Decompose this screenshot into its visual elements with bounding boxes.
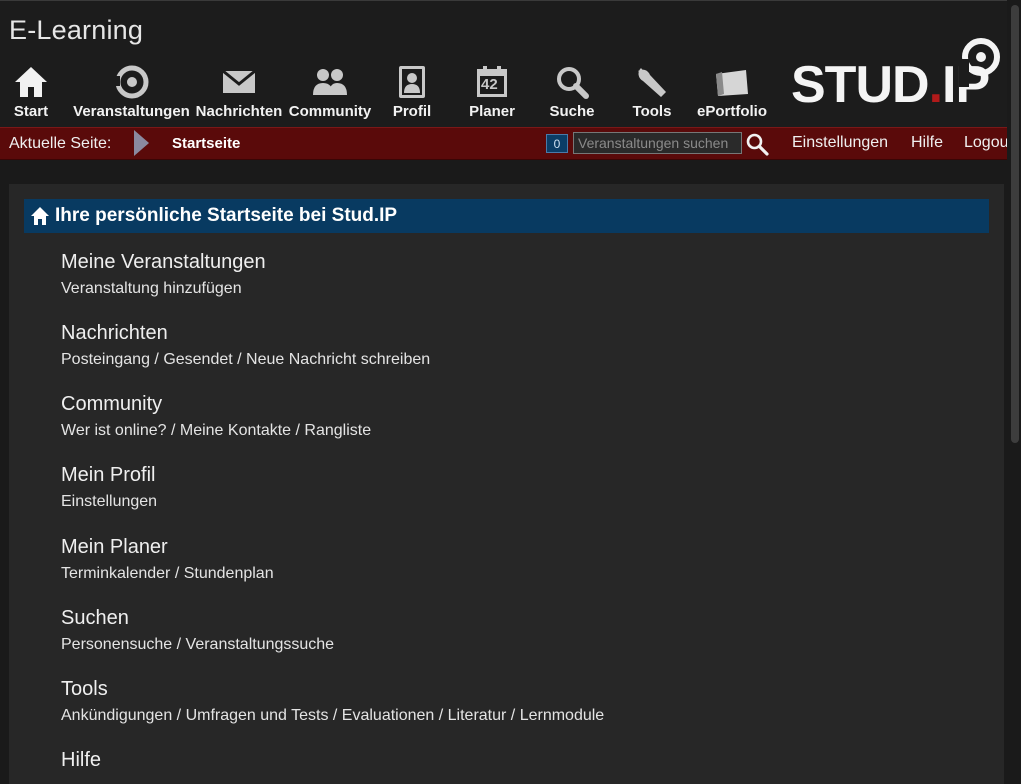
section-title[interactable]: Mein Profil (61, 464, 157, 487)
link-separator: / (172, 636, 186, 653)
link-separator: / (166, 422, 180, 439)
home-icon (30, 206, 50, 231)
section-1: Nachrichten Posteingang / Gesendet / Neue… (61, 322, 430, 369)
course-search-input[interactable] (573, 132, 742, 154)
section-links: Ankündigungen / Umfragen und Tests / Eva… (61, 707, 604, 725)
link-separator: / (232, 351, 247, 368)
section-title[interactable]: Nachrichten (61, 322, 430, 345)
section-link[interactable]: Wer ist online? (61, 422, 167, 439)
section-links: Einstellungen (61, 493, 157, 511)
link-separator: / (170, 565, 184, 582)
breadcrumb-label: Aktuelle Seite: (9, 135, 112, 152)
link-separator: / (506, 707, 520, 724)
section-4: Mein Planer Terminkalender / Stundenplan (61, 536, 274, 583)
nav-planer[interactable]: 42 Planer (466, 63, 518, 123)
breadcrumb-current-page[interactable]: Startseite (172, 135, 240, 152)
nav-start[interactable]: Start (9, 63, 53, 123)
section-7: Hilfe (61, 749, 101, 772)
link-separator: / (291, 422, 305, 439)
nav-tools[interactable]: Tools (630, 63, 674, 123)
section-link[interactable]: Umfragen und Tests (186, 707, 329, 724)
section-6: Tools Ankündigungen / Umfragen und Tests … (61, 678, 604, 725)
section-link[interactable]: Lernmodule (520, 707, 605, 724)
profile-icon (392, 63, 432, 101)
wrench-icon (632, 63, 672, 101)
page-title: Ihre persönliche Startseite bei Stud.IP (55, 205, 398, 226)
nav-suche[interactable]: Suche (548, 63, 596, 123)
breadcrumb-arrow-icon (134, 130, 149, 156)
link-separator: / (434, 707, 448, 724)
section-title[interactable]: Tools (61, 678, 604, 701)
section-link[interactable]: Evaluationen (342, 707, 435, 724)
settings-link[interactable]: Einstellungen (792, 134, 888, 152)
section-3: Mein Profil Einstellungen (61, 464, 157, 511)
nav-nachrichten[interactable]: Nachrichten (195, 63, 283, 123)
section-title[interactable]: Community (61, 393, 371, 416)
home-icon (11, 63, 51, 101)
section-title[interactable]: Meine Veranstaltungen (61, 251, 266, 274)
nav-veranstaltungen[interactable]: Veranstaltungen (73, 63, 190, 123)
section-link[interactable]: Neue Nachricht schreiben (246, 351, 430, 368)
course-count-badge: 0 (546, 134, 568, 153)
section-0: Meine Veranstaltungen Veranstaltung hinzu… (61, 251, 266, 298)
portfolio-icon (712, 63, 752, 101)
logout-link[interactable]: Logout (964, 134, 1013, 152)
section-links: Posteingang / Gesendet / Neue Nachricht … (61, 351, 430, 369)
calendar-icon: 42 (472, 63, 512, 101)
search-icon (746, 133, 769, 156)
search-icon (552, 63, 592, 101)
section-link[interactable]: Posteingang (61, 351, 150, 368)
link-separator: / (172, 707, 186, 724)
section-links: Veranstaltung hinzufügen (61, 280, 266, 298)
section-links: Wer ist online? / Meine Kontakte / Rangl… (61, 422, 371, 440)
section-link[interactable]: Gesendet (163, 351, 232, 368)
section-title[interactable]: Hilfe (61, 749, 101, 772)
main-content: Ihre persönliche Startseite bei Stud.IP … (9, 184, 1004, 784)
scrollbar-thumb[interactable] (1011, 5, 1019, 443)
section-link[interactable]: Literatur (448, 707, 507, 724)
logo-text-dot: . (928, 56, 943, 114)
help-link[interactable]: Hilfe (911, 134, 943, 152)
link-separator: / (328, 707, 342, 724)
calendar-day-number: 42 (481, 76, 498, 93)
nav-community[interactable]: Community (289, 63, 371, 123)
section-link[interactable]: Einstellungen (61, 493, 157, 510)
search-button[interactable] (745, 132, 769, 156)
breadcrumb-bar: Aktuelle Seite: Startseite 0 Einstellung… (0, 127, 1021, 160)
nav-eportfolio[interactable]: ePortfolio (696, 63, 768, 123)
community-icon (310, 63, 350, 101)
site-title: E-Learning (9, 15, 144, 45)
section-links: Personensuche / Veranstaltungssuche (61, 636, 334, 654)
page-header: Ihre persönliche Startseite bei Stud.IP (24, 199, 989, 233)
section-5: Suchen Personensuche / Veranstaltungssuch… (61, 607, 334, 654)
top-bar: E-Learning Start Veranstaltungen Nachric… (0, 0, 1021, 128)
section-title[interactable]: Suchen (61, 607, 334, 630)
section-links: Terminkalender / Stundenplan (61, 565, 274, 583)
logo-swirl-icon (959, 38, 1000, 87)
logo-text-main: STUD (791, 56, 930, 114)
section-2: Community Wer ist online? / Meine Kontakt… (61, 393, 371, 440)
section-link[interactable]: Stundenplan (184, 565, 274, 582)
mail-icon (219, 63, 259, 101)
section-link[interactable]: Meine Kontakte (180, 422, 291, 439)
section-title[interactable]: Mein Planer (61, 536, 274, 559)
section-link[interactable]: Rangliste (304, 422, 371, 439)
studip-logo[interactable]: STUD.IP (791, 37, 1005, 115)
nav-profil[interactable]: Profil (390, 63, 434, 123)
section-link[interactable]: Veranstaltungssuche (186, 636, 335, 653)
section-link[interactable]: Personensuche (61, 636, 172, 653)
section-link[interactable]: Terminkalender (61, 565, 170, 582)
link-separator: / (149, 351, 164, 368)
section-link[interactable]: Veranstaltung hinzufügen (61, 280, 242, 297)
seminar-icon (112, 63, 152, 101)
section-link[interactable]: Ankündigungen (61, 707, 172, 724)
